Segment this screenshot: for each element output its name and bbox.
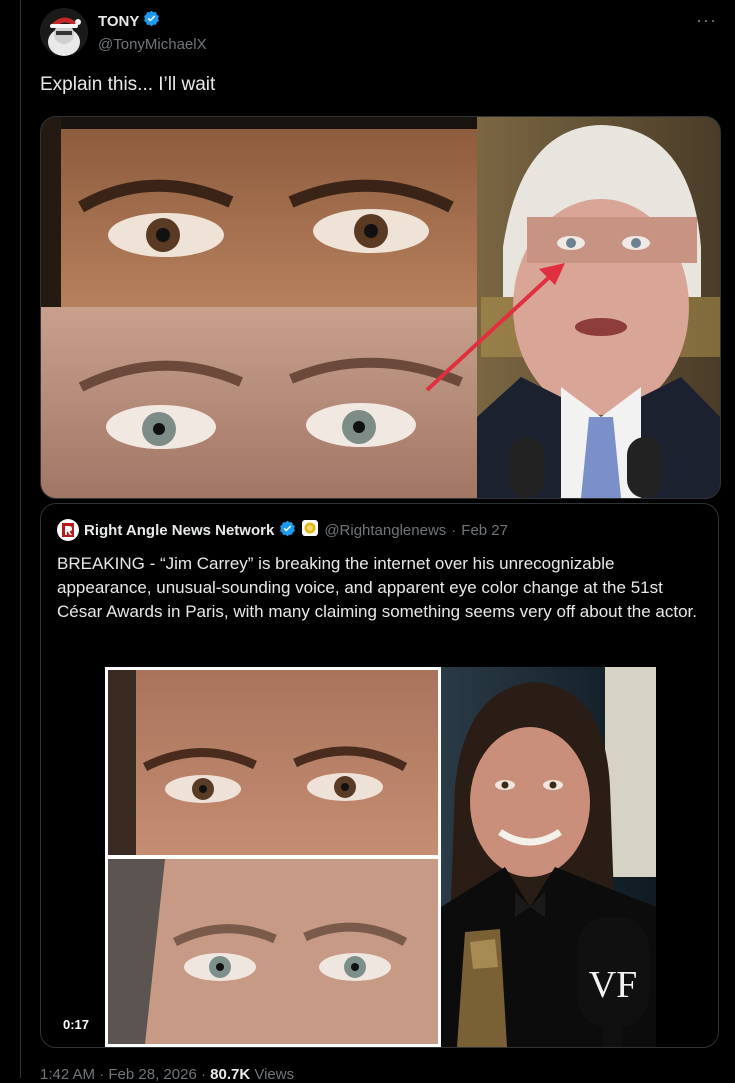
post-date[interactable]: Feb 28, 2026 (108, 1066, 196, 1083)
vf-mic-logo: VF (589, 964, 638, 1006)
author-display-name[interactable]: TONY (98, 13, 139, 30)
quoted-date[interactable]: Feb 27 (461, 522, 508, 539)
post-image[interactable] (40, 116, 721, 499)
post-text: Explain this... I’ll wait (40, 74, 216, 95)
post-time[interactable]: 1:42 AM (40, 1066, 95, 1083)
verified-badge-icon (143, 10, 160, 32)
quoted-video[interactable]: VF (105, 667, 656, 1047)
quoted-post-header: Right Angle News Network @Rightanglenews… (57, 519, 508, 541)
author-avatar[interactable] (40, 8, 88, 56)
avatar-image (40, 8, 88, 56)
views-count: 80.7K (210, 1066, 251, 1083)
quoted-display-name[interactable]: Right Angle News Network (84, 522, 274, 539)
post-metadata: 1:42 AM · Feb 28, 2026 · 80.7K Views (40, 1066, 294, 1083)
verified-badge-icon (279, 520, 296, 541)
author-handle[interactable]: @TonyMichaelX (98, 36, 207, 53)
rann-logo-icon (62, 523, 74, 537)
quoted-handle[interactable]: @Rightanglenews (324, 522, 446, 539)
views-label: Views (254, 1066, 295, 1083)
video-duration-badge: 0:17 (57, 1014, 96, 1035)
quoted-post-text: BREAKING - “Jim Carrey” is breaking the … (57, 554, 697, 621)
author-info: TONY @TonyMichaelX (98, 10, 207, 53)
affiliate-badge-icon (301, 519, 319, 541)
meta-separator: · (99, 1066, 105, 1083)
video-thumbnail: VF (105, 667, 656, 1047)
comparison-photo (41, 117, 720, 498)
quoted-post[interactable]: Right Angle News Network @Rightanglenews… (40, 503, 719, 1048)
meta-separator: · (200, 1066, 206, 1083)
quoted-avatar[interactable] (57, 519, 79, 541)
column-divider (20, 0, 21, 1078)
separator-dot: · (451, 521, 457, 539)
more-options-icon[interactable]: ··· (696, 10, 717, 31)
